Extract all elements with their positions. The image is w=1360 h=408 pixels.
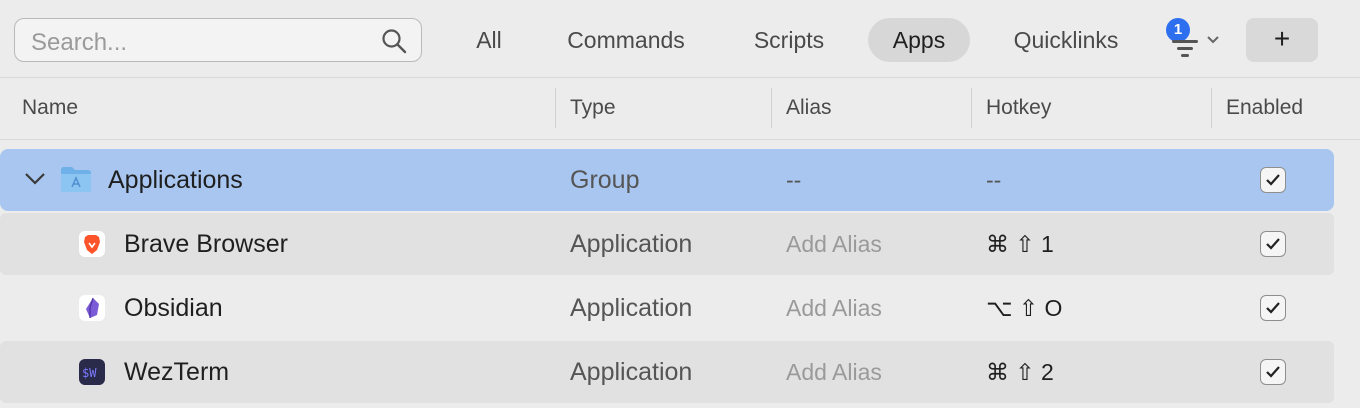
column-header-enabled[interactable]: Enabled	[1226, 78, 1303, 140]
tab-commands[interactable]: Commands	[546, 18, 706, 62]
add-alias-button[interactable]: Add Alias	[786, 341, 882, 403]
row-hotkey[interactable]: ⌘ ⇧ 1	[986, 213, 1054, 275]
enabled-checkbox[interactable]	[1260, 295, 1286, 321]
column-header-name[interactable]: Name	[22, 78, 78, 140]
column-divider[interactable]	[1211, 88, 1212, 128]
toolbar: Search... All Commands Scripts Apps Quic…	[0, 0, 1360, 78]
row-alias: --	[786, 167, 802, 193]
table-header: Name Type Alias Hotkey Enabled	[0, 78, 1360, 140]
column-header-type[interactable]: Type	[570, 78, 616, 140]
search-icon[interactable]	[381, 28, 407, 59]
row-hotkey[interactable]: ⌥ ⇧ O	[986, 277, 1062, 339]
table-row-wezterm[interactable]: $W WezTerm Application Add Alias ⌘ ⇧ 2	[0, 341, 1334, 403]
row-name: Applications	[108, 166, 243, 194]
obsidian-icon	[79, 295, 105, 321]
column-divider[interactable]	[555, 88, 556, 128]
search-field[interactable]: Search...	[14, 18, 422, 62]
chevron-down-icon	[1206, 32, 1220, 50]
tab-quicklinks[interactable]: Quicklinks	[994, 18, 1138, 62]
column-header-hotkey[interactable]: Hotkey	[986, 78, 1051, 140]
enabled-checkbox[interactable]	[1260, 167, 1286, 193]
folder-icon	[60, 165, 92, 198]
column-header-alias[interactable]: Alias	[786, 78, 832, 140]
filter-icon	[1172, 40, 1198, 65]
row-hotkey[interactable]: ⌘ ⇧ 2	[986, 341, 1054, 403]
svg-text:$W: $W	[82, 366, 97, 380]
row-type: Application	[570, 230, 693, 258]
brave-icon	[79, 231, 105, 257]
row-name: WezTerm	[124, 358, 230, 386]
wezterm-icon: $W	[79, 359, 105, 385]
table-row-obsidian[interactable]: Obsidian Application Add Alias ⌥ ⇧ O	[0, 277, 1334, 339]
row-name: Obsidian	[124, 294, 223, 322]
tab-scripts[interactable]: Scripts	[734, 18, 844, 62]
row-type: Group	[570, 166, 640, 194]
row-type: Application	[570, 358, 693, 386]
tab-all[interactable]: All	[462, 18, 516, 62]
column-divider[interactable]	[771, 88, 772, 128]
enabled-checkbox[interactable]	[1260, 231, 1286, 257]
filter-dropdown[interactable]: 1	[1162, 16, 1224, 62]
search-input[interactable]: Search...	[31, 29, 127, 57]
table-row-applications[interactable]: Applications Group -- --	[0, 149, 1334, 211]
row-name: Brave Browser	[124, 230, 288, 258]
add-button[interactable]: +	[1246, 18, 1318, 62]
add-alias-button[interactable]: Add Alias	[786, 277, 882, 339]
table-row-brave-browser[interactable]: Brave Browser Application Add Alias ⌘ ⇧ …	[0, 213, 1334, 275]
enabled-checkbox[interactable]	[1260, 359, 1286, 385]
add-alias-button[interactable]: Add Alias	[786, 213, 882, 275]
row-type: Application	[570, 294, 693, 322]
filter-badge: 1	[1166, 18, 1190, 42]
column-divider[interactable]	[971, 88, 972, 128]
chevron-down-icon[interactable]	[24, 171, 46, 192]
row-hotkey: --	[986, 167, 1002, 193]
tab-apps[interactable]: Apps	[868, 18, 970, 62]
